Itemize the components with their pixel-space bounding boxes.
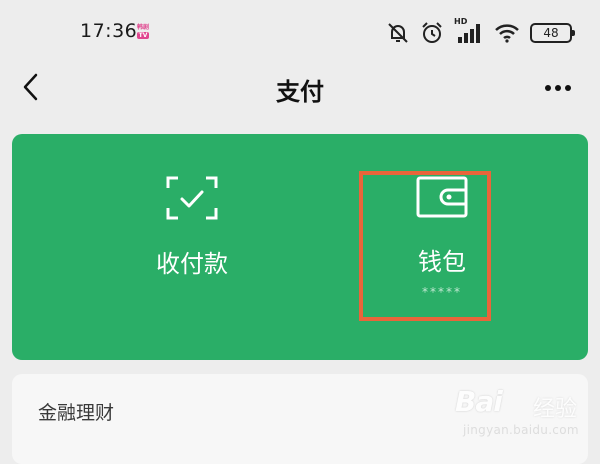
mute-bell-icon (388, 23, 408, 43)
finance-card[interactable]: 金融理财 (12, 374, 588, 464)
page-title: 支付 (276, 78, 324, 106)
scan-check-icon (166, 176, 218, 220)
nav-bar: 支付 (0, 64, 600, 112)
receive-pay-button[interactable]: 收付款 (92, 174, 292, 334)
wallet-label: 钱包 (418, 248, 466, 276)
wallet-balance-hidden: ***** (422, 285, 462, 299)
status-time: 17:36 (80, 20, 138, 42)
status-bar: 17:36 韩剧 TV HD 48 (0, 0, 600, 64)
back-button[interactable] (16, 70, 46, 104)
wifi-icon (495, 24, 519, 43)
app-badge-bottom-text: TV (136, 32, 150, 39)
pay-card: 收付款 钱包 ***** (12, 134, 588, 360)
app-badge-icon: 韩剧 TV (134, 24, 152, 42)
back-chevron-icon (23, 73, 38, 101)
alarm-icon (422, 22, 442, 43)
more-button[interactable] (540, 76, 576, 100)
app-badge-top-text: 韩剧 (136, 24, 149, 31)
receive-pay-label: 收付款 (156, 250, 228, 278)
battery-icon: 48 (530, 23, 575, 43)
wallet-button[interactable]: 钱包 ***** (372, 174, 512, 324)
finance-title: 金融理财 (38, 402, 115, 424)
more-dots-icon (545, 85, 571, 91)
wallet-icon (416, 176, 468, 218)
status-icons: HD 48 (386, 17, 575, 46)
signal-icon: HD (454, 17, 484, 45)
